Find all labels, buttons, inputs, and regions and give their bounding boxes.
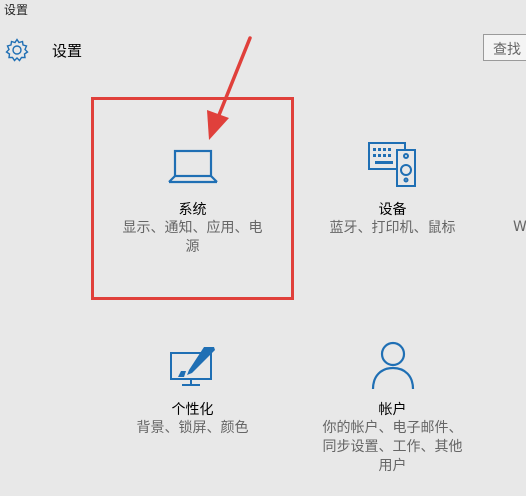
devices-icon (367, 142, 416, 187)
gear-icon (5, 38, 29, 62)
clipped-tile-fragment: W (513, 219, 526, 235)
tile-desc-line: 用户 (378, 458, 407, 474)
window-title: 设置 (4, 3, 29, 17)
tile-desc-line: 背景、锁屏、颜色 (136, 420, 249, 436)
tile-title: 帐户 (378, 402, 407, 418)
tile-desc-line: 你的帐户、电子邮件、 (322, 420, 463, 436)
personalization-icon (169, 347, 215, 386)
tile-accounts[interactable]: 帐户 你的帐户、电子邮件、 同步设置、工作、其他 用户 (310, 340, 475, 480)
tile-title: 设备 (378, 202, 407, 218)
tile-personalization[interactable]: 个性化 背景、锁屏、颜色 (110, 345, 275, 445)
person-icon (371, 341, 414, 390)
tile-desc-line: 蓝牙、打印机、鼠标 (329, 220, 456, 236)
tile-title: 个性化 (171, 402, 214, 418)
search-input[interactable]: 查找 (483, 34, 526, 61)
page-title: 设置 (52, 42, 83, 60)
tile-desc-line: 同步设置、工作、其他 (322, 439, 463, 455)
arrow-annotation-icon (207, 36, 252, 140)
tile-devices[interactable]: 设备 蓝牙、打印机、鼠标 (310, 140, 475, 260)
